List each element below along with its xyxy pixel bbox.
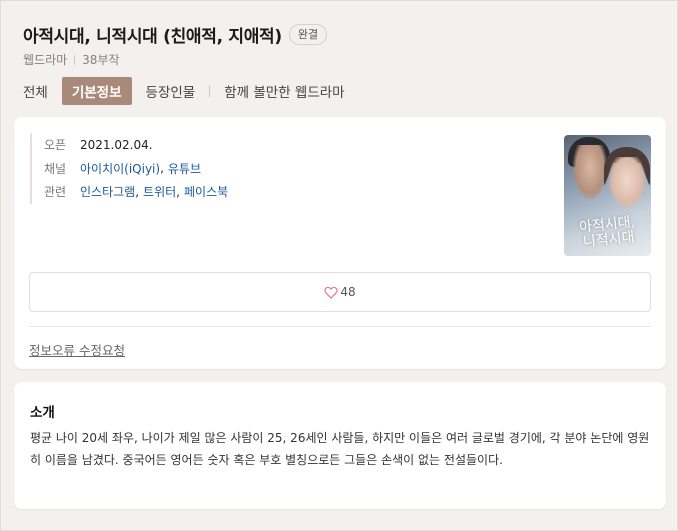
page-title: 아적시대, 니적시대 (친애적, 지애적) (23, 26, 282, 47)
open-label: 오픈 (44, 138, 67, 153)
tab-recommended[interactable]: 함께 볼만한 웹드라마 (224, 81, 344, 101)
tab-all[interactable]: 전체 (23, 81, 48, 101)
related-link-instagram[interactable]: 인스타그램 (80, 183, 135, 200)
intro-text: 평균 나이 20세 좌우, 나이가 제일 많은 사람이 25, 26세인 사람들… (30, 431, 650, 467)
info-list: 오픈 2021.02.04. 채널 아이치이(iQiyi) , 유튜브 관련 인… (30, 133, 228, 204)
channel-label: 채널 (44, 161, 67, 176)
divider (29, 326, 651, 327)
poster-figure (572, 145, 608, 201)
heart-icon (324, 286, 338, 299)
poster-image[interactable]: 아적시대, 니적시대 (564, 135, 651, 256)
like-count: 48 (340, 285, 356, 299)
open-date: 2021.02.04. (80, 137, 153, 152)
tab-divider (209, 85, 211, 97)
info-row-open: 오픈 2021.02.04. (44, 133, 228, 157)
tab-bar: 전체 기본정보 등장인물 함께 볼만한 웹드라마 (23, 77, 658, 105)
status-badge: 완결 (288, 23, 328, 45)
meta-divider (74, 54, 76, 65)
channel-link-youtube[interactable]: 유튜브 (168, 160, 201, 177)
report-error-link[interactable]: 정보오류 수정요청 (29, 340, 125, 359)
related-label: 관련 (44, 185, 67, 200)
channel-link-iqiyi[interactable]: 아이치이(iQiyi) (80, 160, 160, 177)
genre-label: 웹드라마 (23, 53, 68, 67)
comma: , (135, 184, 140, 199)
title-row: 아적시대, 니적시대 (친애적, 지애적) 완결 (23, 20, 658, 48)
like-button[interactable]: 48 (29, 272, 651, 312)
tab-characters[interactable]: 등장인물 (146, 81, 196, 101)
drama-header: 아적시대, 니적시대 (친애적, 지애적) 완결 웹드라마 38부작 전체 기본… (23, 20, 658, 105)
info-row-related: 관련 인스타그램 , 트위터 , 페이스북 (44, 180, 228, 204)
comma: , (160, 161, 164, 176)
info-row-channel: 채널 아이치이(iQiyi) , 유튜브 (44, 157, 228, 181)
basic-info-card: 오픈 2021.02.04. 채널 아이치이(iQiyi) , 유튜브 관련 인… (14, 117, 666, 369)
comma: , (176, 184, 180, 199)
intro-card: 소개 평균 나이 20세 좌우, 나이가 제일 많은 사람이 25, 26세인 … (14, 382, 666, 509)
meta-row: 웹드라마 38부작 (23, 51, 658, 68)
related-link-twitter[interactable]: 트위터 (143, 183, 176, 200)
intro-heading: 소개 (30, 405, 55, 421)
episode-count: 38부작 (82, 53, 120, 67)
poster-title: 아적시대, 니적시대 (569, 214, 648, 252)
related-link-facebook[interactable]: 페이스북 (184, 183, 228, 200)
tab-basic-info[interactable]: 기본정보 (61, 77, 132, 105)
poster-figure (608, 157, 646, 209)
